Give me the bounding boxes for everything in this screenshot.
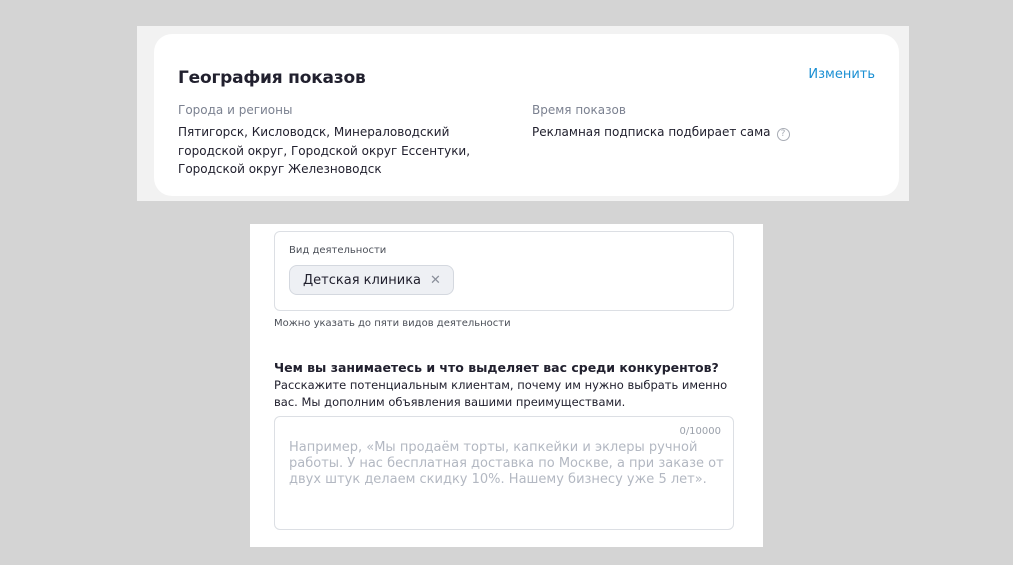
- time-label: Время показов: [532, 103, 626, 117]
- geography-title: География показов: [178, 68, 366, 88]
- time-value: Рекламная подписка подбирает сама: [532, 125, 771, 139]
- activity-label: Вид деятельности: [289, 245, 387, 256]
- geography-card: География показов Изменить Города и реги…: [154, 34, 899, 196]
- edit-geography-link[interactable]: Изменить: [808, 67, 875, 82]
- question-circle-icon[interactable]: ?: [776, 128, 790, 141]
- textarea-placeholder: Например, «Мы продаём торты, капкейки и …: [289, 440, 724, 487]
- activity-field[interactable]: Вид деятельности Детская клиника ✕: [274, 231, 734, 311]
- geography-screenshot: География показов Изменить Города и реги…: [137, 26, 909, 201]
- description-textarea[interactable]: 0/10000 Например, «Мы продаём торты, кап…: [274, 416, 734, 530]
- close-icon[interactable]: ✕: [430, 274, 441, 287]
- regions-label: Города и регионы: [178, 103, 293, 117]
- regions-section: Города и регионы Пятигорск, Кисловодск, …: [178, 103, 503, 179]
- activity-hint: Можно указать до пяти видов деятельности: [274, 318, 511, 329]
- question-title: Чем вы занимаетесь и что выделяет вас ср…: [274, 360, 719, 375]
- char-counter: 0/10000: [679, 426, 721, 437]
- question-description: Расскажите потенциальным клиентам, почем…: [274, 378, 728, 409]
- regions-value: Пятигорск, Кисловодск, Минераловодский г…: [178, 125, 471, 176]
- activity-chip-label: Детская клиника: [303, 272, 422, 288]
- time-value-row: Рекламная подписка подбирает сама?: [532, 123, 832, 142]
- activity-chip: Детская клиника ✕: [289, 265, 454, 295]
- time-section: Время показов Рекламная подписка подбира…: [532, 103, 832, 142]
- business-form-screenshot: Вид деятельности Детская клиника ✕ Можно…: [250, 224, 763, 547]
